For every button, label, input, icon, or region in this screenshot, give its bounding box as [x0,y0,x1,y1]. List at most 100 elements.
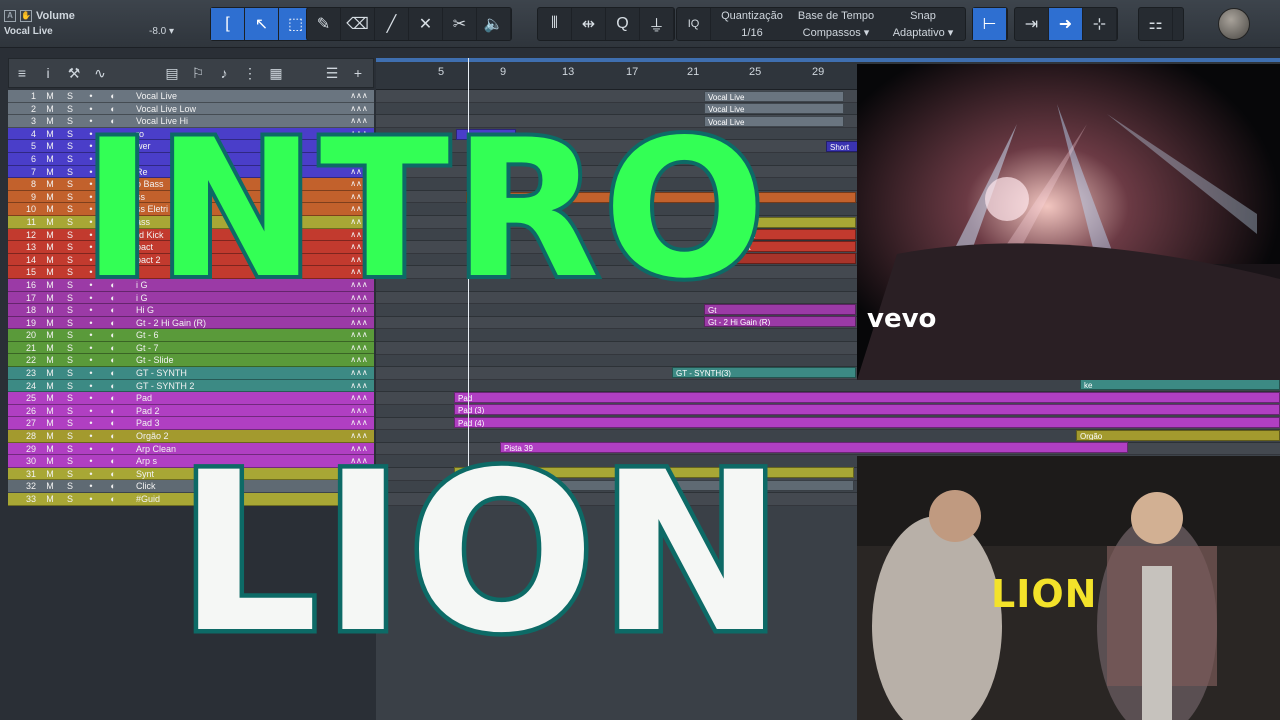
monitor-button[interactable]: ◐ [102,480,124,492]
line-icon[interactable]: ╱ [375,8,409,40]
solo-button[interactable]: S [60,140,80,152]
info-icon[interactable]: i [35,65,61,81]
solo-button[interactable]: S [60,405,80,417]
solo-button[interactable]: S [60,317,80,329]
flag-icon[interactable]: ⚐ [185,65,211,82]
mute-button[interactable]: M [40,254,60,266]
mute-button[interactable]: M [40,153,60,165]
track-row[interactable]: 24 M S • ◐ GT - SYNTH 2 ∧∧∧ [8,379,374,393]
hand-icon[interactable]: ✋ [20,10,32,22]
grid-menu-icon[interactable]: ⚏ [1139,8,1173,40]
stretch-icon[interactable]: ⇹ [572,8,606,40]
solo-button[interactable]: S [60,153,80,165]
solo-button[interactable]: S [60,480,80,492]
solo-button[interactable]: S [60,191,80,203]
solo-button[interactable]: S [60,279,80,291]
solo-button[interactable]: S [60,103,80,115]
solo-button[interactable]: S [60,430,80,442]
record-button[interactable]: • [80,417,102,429]
clip[interactable]: GT - SYNTH(3) [672,367,856,378]
tempo-icon[interactable]: ⏚ [640,8,674,40]
clip[interactable]: Orgão [1076,430,1280,441]
record-button[interactable]: • [80,380,102,392]
solo-button[interactable]: S [60,367,80,379]
range-tool-icon[interactable]: [ [211,8,245,40]
solo-button[interactable]: S [60,443,80,455]
loop-bar[interactable] [376,58,1280,62]
mute-button[interactable]: M [40,140,60,152]
solo-button[interactable]: S [60,493,80,505]
monitor-button[interactable]: ◐ [102,455,124,467]
mute-button[interactable]: M [40,90,60,102]
snap-selector[interactable]: Snap Adaptativo ▾ [882,8,964,42]
mute-button[interactable]: M [40,317,60,329]
solo-button[interactable]: S [60,241,80,253]
solo-button[interactable]: S [60,90,80,102]
solo-button[interactable]: S [60,166,80,178]
mute-button[interactable]: M [40,354,60,366]
solo-button[interactable]: S [60,455,80,467]
speaker-icon[interactable]: 🔈 [477,8,511,40]
record-button[interactable]: • [80,480,102,492]
solo-button[interactable]: S [60,354,80,366]
track-name[interactable]: Gt - Slide [124,354,344,366]
track-name[interactable]: Gt - 7 [124,342,344,354]
record-button[interactable]: • [80,354,102,366]
mute-button[interactable]: M [40,380,60,392]
mute-button[interactable]: M [40,229,60,241]
options-icon[interactable]: ☰ [319,65,345,82]
automation-curve-icon[interactable]: ∿ [87,65,113,82]
solo-button[interactable]: S [60,304,80,316]
add-track-icon[interactable]: + [345,65,371,81]
track-row[interactable]: 23 M S • ◐ GT - SYNTH ∧∧∧ [8,367,374,380]
record-button[interactable]: • [80,405,102,417]
mute-button[interactable]: M [40,128,60,140]
mute-button[interactable]: M [40,329,60,341]
timebase-selector[interactable]: Base de Tempo Compassos ▾ [790,8,882,42]
record-button[interactable]: • [80,443,102,455]
solo-button[interactable]: S [60,468,80,480]
pencil-icon[interactable]: ✎ [307,8,341,40]
quantize-icon[interactable]: Q [606,8,640,40]
mute-button[interactable]: M [40,279,60,291]
split-icon[interactable]: ✂ [443,8,477,40]
wrench-icon[interactable]: ⚒ [61,65,87,82]
mute-button[interactable]: M [40,203,60,215]
mute-button[interactable]: M [40,241,60,253]
monitor-button[interactable]: ◐ [102,443,124,455]
track-name[interactable]: Pad 2 [124,405,344,417]
solo-button[interactable]: S [60,115,80,127]
track-name[interactable]: Gt - 6 [124,329,344,341]
solo-button[interactable]: S [60,266,80,278]
bend-icon[interactable]: ⫴ [538,8,572,40]
mute-button[interactable]: M [40,292,60,304]
snap-grid-icon[interactable]: ⊢ [973,8,1007,40]
track-name[interactable]: GT - SYNTH [124,367,344,379]
monitor-button[interactable]: ◐ [102,417,124,429]
monitor-button[interactable]: ◐ [102,405,124,417]
track-name[interactable]: Pad [124,392,344,404]
menu-icon[interactable]: ≡ [9,65,35,81]
autoscroll-icon[interactable]: ⇥ [1015,8,1049,40]
list-icon[interactable]: ⋮ [237,65,263,82]
solo-button[interactable]: S [60,392,80,404]
clip[interactable]: Pad [454,392,1280,403]
mute-button[interactable]: M [40,367,60,379]
mute-button[interactable]: M [40,430,60,442]
monitor-button[interactable]: ◐ [102,430,124,442]
monitor-button[interactable]: ◐ [102,380,124,392]
mute-button[interactable]: M [40,115,60,127]
follow-icon[interactable]: ➜ [1049,8,1083,40]
mute-button[interactable]: M [40,405,60,417]
record-button[interactable]: • [80,493,102,505]
clip[interactable]: Pad (3) [454,404,1280,415]
quantize-selector[interactable]: Quantização 1/16 [714,8,790,42]
mute-button[interactable]: M [40,417,60,429]
track-row[interactable]: 22 M S • ◐ Gt - Slide ∧∧∧ [8,354,374,368]
clip[interactable]: ke [1080,379,1280,390]
mute-button[interactable]: M [40,304,60,316]
record-button[interactable]: • [80,468,102,480]
track-row[interactable]: 20 M S • ◐ Gt - 6 ∧∧∧ [8,329,374,342]
record-button[interactable]: • [80,392,102,404]
mute-button[interactable]: M [40,493,60,505]
